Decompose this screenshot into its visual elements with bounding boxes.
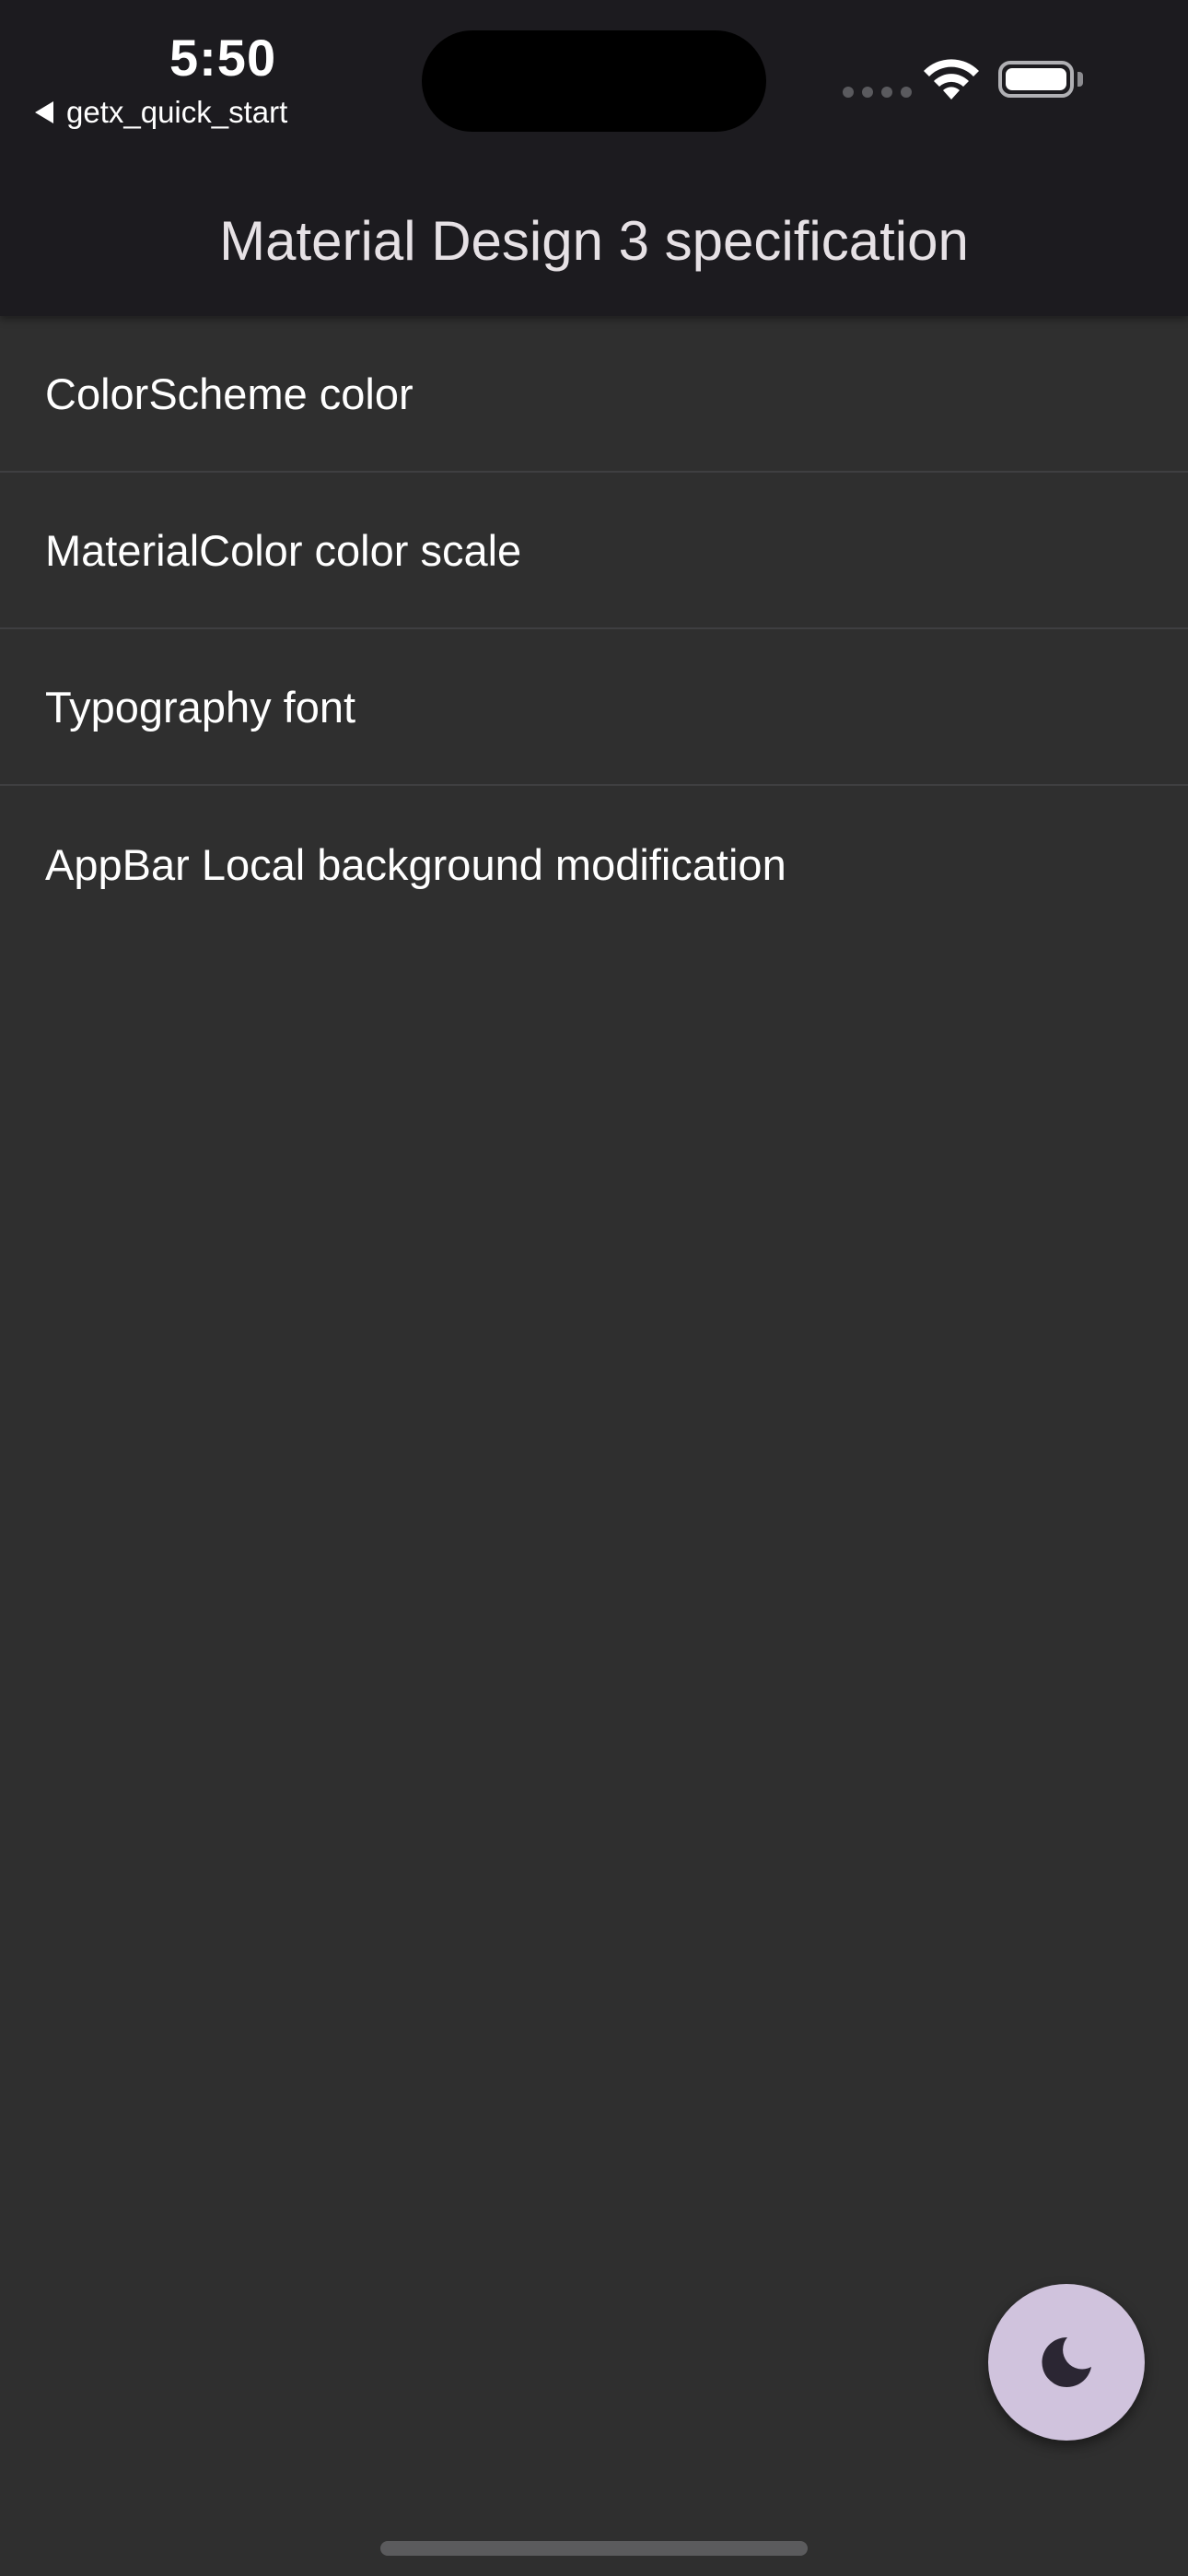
back-app-label: getx_quick_start [66, 95, 288, 129]
list-item-label: MaterialColor color scale [45, 525, 522, 575]
dynamic-island [422, 30, 766, 132]
home-indicator[interactable] [380, 2541, 808, 2556]
status-time: 5:50 [169, 29, 277, 87]
wifi-icon [924, 59, 979, 100]
list-item-materialcolor[interactable]: MaterialColor color scale [0, 473, 1188, 629]
cellular-dots-icon [843, 87, 912, 98]
list-item-appbar[interactable]: AppBar Local background modification [0, 786, 1188, 943]
menu-list: ColorScheme color MaterialColor color sc… [0, 316, 1188, 943]
theme-toggle-button[interactable] [988, 2284, 1145, 2441]
page-title: Material Design 3 specification [219, 210, 969, 272]
list-item-label: ColorScheme color [45, 369, 413, 418]
battery-icon [998, 61, 1074, 98]
moon-icon [1042, 2336, 1091, 2387]
list-item-colorscheme[interactable]: ColorScheme color [0, 316, 1188, 473]
back-triangle-icon [35, 101, 53, 123]
list-item-label: AppBar Local background modification [45, 839, 786, 889]
back-to-app-link[interactable]: getx_quick_start [35, 92, 287, 133]
battery-cap [1077, 72, 1083, 87]
list-item-typography[interactable]: Typography font [0, 629, 1188, 786]
list-item-label: Typography font [45, 682, 356, 732]
top-bar: 5:50 getx_quick_start Material Design 3 … [0, 0, 1188, 316]
